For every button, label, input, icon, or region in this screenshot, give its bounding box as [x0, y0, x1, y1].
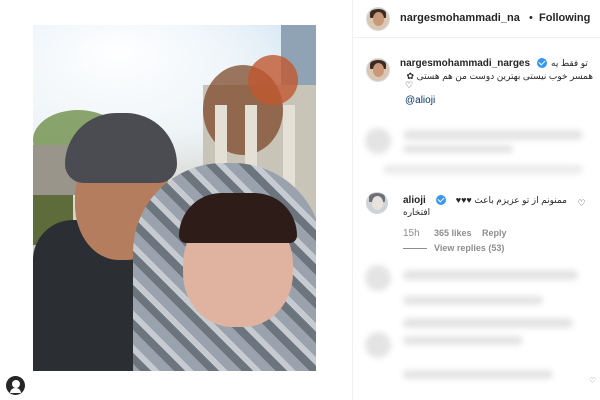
caption-text-line2: همسر خوب نیستی بهترین دوست من هم هستی ✿ [406, 71, 593, 81]
blurred-comment [403, 145, 513, 153]
blurred-comment [403, 270, 578, 280]
caption-mention-link[interactable]: @alioji [405, 95, 435, 106]
blurred-avatar [365, 128, 391, 154]
comment-username[interactable]: alioji [403, 195, 426, 206]
reply-button[interactable]: Reply [482, 228, 507, 238]
post-header: nargesmohammadi_na • Following [353, 0, 600, 38]
photo-woman-hair [179, 193, 297, 243]
verified-badge-icon [436, 195, 446, 205]
blurred-comment [403, 370, 553, 379]
header-avatar[interactable] [366, 7, 390, 31]
blurred-comment [403, 318, 573, 328]
blurred-comment [383, 165, 583, 174]
user-profile-icon[interactable] [6, 376, 25, 395]
comment-likes[interactable]: 365 likes [434, 228, 472, 238]
comment-text-line1: ممنونم از تو عزیزم باعث ♥♥♥ [455, 195, 567, 205]
comment-timestamp[interactable]: 15h [403, 228, 420, 239]
comment-text-line2: افتخاره [403, 207, 431, 217]
blurred-avatar [365, 265, 391, 291]
post-sidebar: nargesmohammadi_na • Following nargesmoh… [352, 0, 600, 400]
caption-text-line1: تو فقط یه [551, 58, 588, 68]
comment-avatar[interactable] [366, 192, 388, 214]
heart-outline-icon[interactable]: ♡ [577, 199, 586, 208]
blurred-comment [403, 296, 543, 305]
photo-tree-autumn [248, 55, 298, 105]
caption-text-line3: ♡ [405, 80, 414, 90]
blurred-comment [403, 336, 523, 345]
caption-avatar[interactable] [366, 58, 390, 82]
blurred-comment [403, 130, 583, 140]
following-button[interactable]: Following [539, 12, 590, 24]
blurred-avatar [365, 332, 391, 358]
post-photo[interactable] [33, 25, 316, 371]
caption-username[interactable]: nargesmohammadi_narges [400, 58, 530, 69]
view-replies-button[interactable]: View replies (53) [434, 243, 504, 253]
heart-outline-icon[interactable]: ♡ [589, 376, 596, 385]
verified-badge-icon [537, 58, 547, 68]
header-username[interactable]: nargesmohammadi_na [400, 12, 520, 24]
view-replies-divider [403, 248, 427, 249]
header-separator: • [529, 12, 533, 24]
